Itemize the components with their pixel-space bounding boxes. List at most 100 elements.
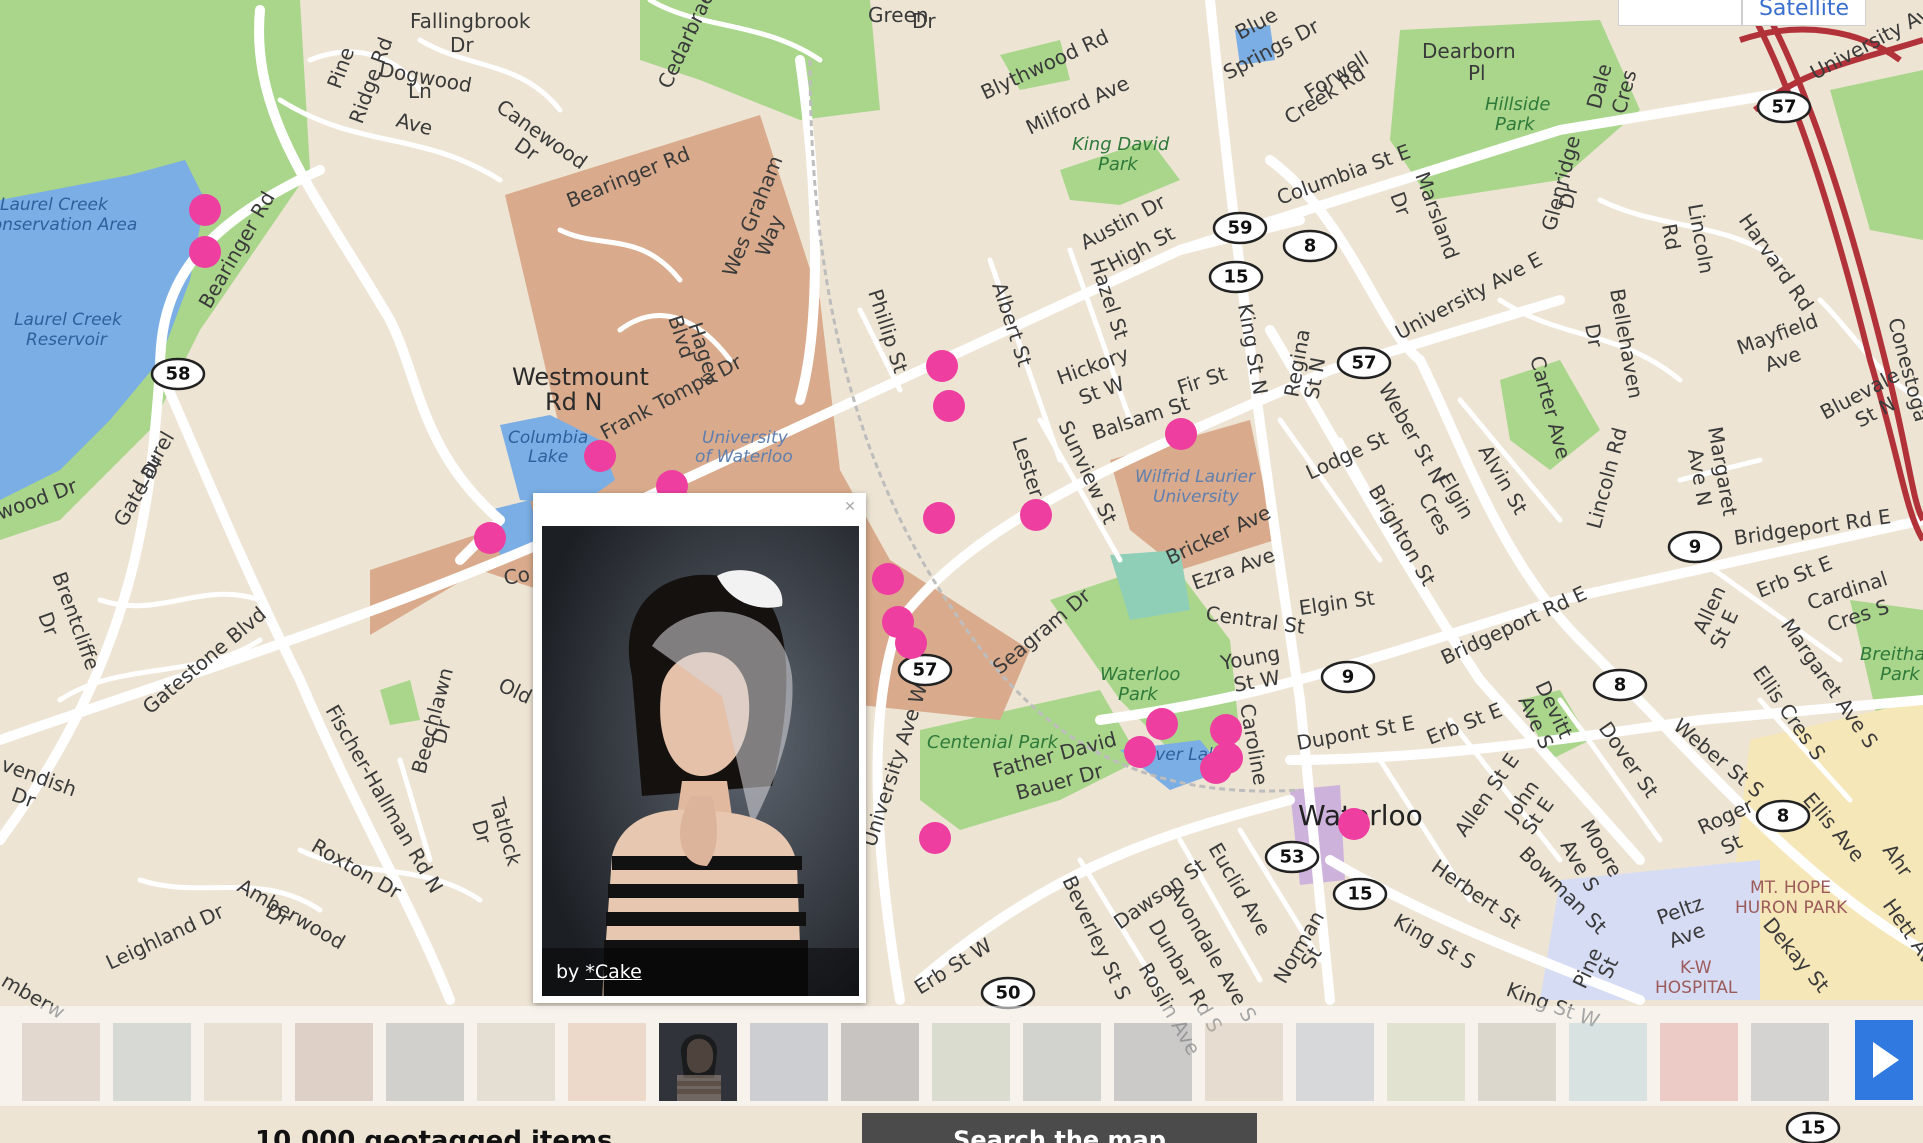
svg-text:8: 8 (1304, 236, 1317, 257)
caption-prefix: by (556, 961, 580, 983)
svg-text:15: 15 (1223, 267, 1248, 288)
map-svg[interactable]: Fallingbrook Dr Pine Ridge Rd Dogwood Ln… (0, 0, 1923, 1143)
svg-text:53: 53 (1279, 847, 1304, 868)
filmstrip-thumb[interactable] (1023, 1023, 1101, 1101)
route-shield: 15 (1208, 260, 1264, 294)
map-viewer: Fallingbrook Dr Pine Ridge Rd Dogwood Ln… (0, 0, 1923, 1143)
photo-pin[interactable] (926, 350, 958, 382)
filmstrip-thumb[interactable] (1387, 1023, 1465, 1101)
area-label: Park (1118, 684, 1159, 705)
svg-text:8: 8 (1777, 806, 1790, 827)
filmstrip-thumb[interactable] (1751, 1023, 1829, 1101)
svg-text:9: 9 (1689, 537, 1702, 558)
filmstrip-thumb[interactable] (568, 1023, 646, 1101)
area-label: University (702, 428, 789, 448)
photo-pin[interactable] (1165, 418, 1197, 450)
area-label: Park (1495, 114, 1536, 135)
photo-pin[interactable] (584, 440, 616, 472)
map-type-toggle: Satellite (1618, 0, 1866, 26)
area-label: Laurel Creek (14, 310, 123, 330)
filmstrip-thumb[interactable] (1114, 1023, 1192, 1101)
svg-text:57: 57 (1771, 97, 1796, 118)
author-link[interactable]: *Cake (585, 961, 641, 983)
filmstrip-thumb-active[interactable] (659, 1023, 737, 1101)
photo-pin[interactable] (923, 502, 955, 534)
filmstrip-thumb[interactable] (750, 1023, 828, 1101)
photo-pin[interactable] (1338, 808, 1370, 840)
map-view-button[interactable] (1618, 0, 1742, 26)
street-label: Westmount (512, 363, 649, 391)
route-shield: 50 (980, 976, 1036, 1010)
route-shield: 57 (1756, 90, 1812, 124)
route-shield: 8 (1592, 668, 1648, 702)
area-label: Waterloo (1100, 664, 1180, 685)
svg-text:57: 57 (1351, 353, 1376, 374)
area-label: Conservation Area (0, 215, 137, 235)
filmstrip-thumb[interactable] (204, 1023, 282, 1101)
filmstrip-thumb[interactable] (932, 1023, 1010, 1101)
play-arrow-icon (1873, 1042, 1899, 1078)
area-label: K-W (1680, 958, 1712, 978)
street-label: Pl (1468, 61, 1486, 85)
svg-text:59: 59 (1227, 218, 1252, 239)
filmstrip-thumb[interactable] (22, 1023, 100, 1101)
svg-text:15: 15 (1800, 1118, 1825, 1139)
street-label: Rd N (545, 388, 603, 416)
close-icon[interactable]: ✕ (842, 499, 858, 515)
area-label: Wilfrid Laurier (1135, 467, 1256, 487)
svg-text:9: 9 (1342, 667, 1355, 688)
map-canvas[interactable]: Fallingbrook Dr Pine Ridge Rd Dogwood Ln… (0, 0, 1923, 1143)
area-label: Park (1880, 664, 1921, 685)
photo-pin[interactable] (189, 236, 221, 268)
svg-text:57: 57 (912, 660, 937, 681)
photo-popup: ✕ by *Cake (533, 493, 866, 1003)
filmstrip-thumb[interactable] (295, 1023, 373, 1101)
filmstrip-thumb[interactable] (1296, 1023, 1374, 1101)
geotag-count: 10,000 geotagged items (255, 1126, 613, 1143)
area-label: HOSPITAL (1655, 978, 1738, 998)
filmstrip-thumb[interactable] (1660, 1023, 1738, 1101)
street-label: Co (502, 562, 532, 590)
svg-text:8: 8 (1614, 675, 1627, 696)
photo-pin[interactable] (1020, 499, 1052, 531)
area-label: Reservoir (26, 330, 108, 350)
popup-photo[interactable]: by *Cake (542, 526, 859, 996)
filmstrip-thumb[interactable] (477, 1023, 555, 1101)
filmstrip-thumb[interactable] (1478, 1023, 1556, 1101)
area-label: University (1153, 487, 1240, 507)
svg-text:15: 15 (1347, 884, 1372, 905)
filmstrip-thumb[interactable] (1205, 1023, 1283, 1101)
photo-pin[interactable] (1146, 708, 1178, 740)
filmstrip-thumb[interactable] (386, 1023, 464, 1101)
photo-pin[interactable] (1200, 752, 1232, 784)
photo-caption: by *Cake (542, 948, 859, 996)
route-shield: 9 (1320, 660, 1376, 694)
filmstrip-thumb[interactable] (113, 1023, 191, 1101)
route-shield: 15 (1785, 1111, 1841, 1143)
route-shield: 57 (1336, 346, 1392, 380)
filmstrip-thumb[interactable] (1569, 1023, 1647, 1101)
photo-pin[interactable] (895, 627, 927, 659)
area-label: Centenial Park (927, 732, 1060, 753)
route-shield: 53 (1264, 840, 1320, 874)
satellite-view-button[interactable]: Satellite (1742, 0, 1866, 26)
photo-pin[interactable] (1124, 736, 1156, 768)
search-map-button[interactable]: Search the map (862, 1113, 1257, 1143)
photo-pin[interactable] (1210, 714, 1242, 746)
photo-pin[interactable] (474, 522, 506, 554)
photo-pin[interactable] (872, 563, 904, 595)
area-label: Hillside (1485, 94, 1550, 115)
filmstrip-thumb[interactable] (841, 1023, 919, 1101)
filmstrip-next-button[interactable] (1855, 1020, 1913, 1100)
area-label: Columbia (508, 428, 588, 448)
photo-pin[interactable] (933, 390, 965, 422)
area-label: Lake (528, 447, 568, 467)
photo-pin[interactable] (189, 194, 221, 226)
street-label: Dr (1580, 322, 1608, 350)
street-label: Dr (450, 33, 474, 57)
street-label: Fallingbrook (410, 9, 531, 33)
route-shield: 8 (1755, 799, 1811, 833)
area-label: King David (1072, 134, 1170, 155)
photo-pin[interactable] (919, 822, 951, 854)
photo-filmstrip (0, 1006, 1923, 1106)
